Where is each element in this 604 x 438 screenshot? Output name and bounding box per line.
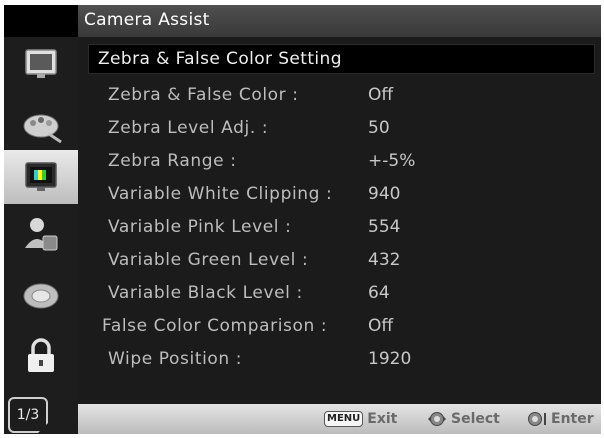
settings-panel: Zebra & False Color Setting Zebra & Fals… [78, 37, 601, 404]
sidebar-item-camera-assist[interactable] [4, 150, 78, 204]
setting-label: False Color Comparison : [102, 316, 328, 336]
camera-assist-monitor-icon [25, 162, 57, 191]
setting-value: 940 [368, 184, 401, 204]
menu-title: Camera Assist [84, 10, 210, 30]
color-wheel-icon [23, 283, 59, 309]
setting-value: 64 [368, 283, 390, 303]
rotary-knob-icon [428, 412, 446, 426]
setting-value: 554 [368, 217, 401, 237]
section-header: Zebra & False Color Setting [88, 44, 595, 74]
osd-menu-frame: Camera Assist 1/3 Zebra & False Color Se… [4, 5, 601, 434]
title-bar: Camera Assist [78, 5, 601, 37]
sidebar-item-wheel[interactable] [4, 269, 78, 323]
enter-label: Enter [551, 411, 594, 427]
lock-icon [28, 338, 54, 372]
help-exit: MENU Exit [324, 411, 397, 427]
setting-row-green-level[interactable]: Variable Green Level : 432 [78, 246, 601, 276]
menu-key-icon: MENU [324, 411, 364, 427]
setting-row-white-clipping[interactable]: Variable White Clipping : 940 [78, 180, 601, 210]
help-select: Select [427, 411, 500, 427]
setting-value: 432 [368, 250, 401, 270]
sidebar-item-user[interactable] [4, 207, 78, 261]
setting-label: Wipe Position : [108, 349, 243, 369]
setting-row-pink-level[interactable]: Variable Pink Level : 554 [78, 213, 601, 243]
setting-row-zebra-false-color[interactable]: Zebra & False Color : Off [78, 81, 601, 111]
select-label: Select [451, 411, 500, 427]
sidebar-item-lock[interactable] [4, 329, 78, 383]
setting-label: Zebra & False Color : [108, 85, 299, 105]
setting-row-wipe-position[interactable]: Wipe Position : 1920 [78, 345, 601, 375]
setting-row-black-level[interactable]: Variable Black Level : 64 [78, 279, 601, 309]
setting-value: 50 [368, 118, 390, 138]
setting-label: Zebra Range : [108, 151, 237, 171]
user-settings-icon [25, 218, 58, 251]
sidebar-item-color[interactable] [4, 99, 78, 153]
page-indicator[interactable]: 1/3 [8, 397, 48, 433]
setting-label: Zebra Level Adj. : [108, 118, 269, 138]
push-knob-icon [528, 412, 546, 426]
setting-value: 1920 [368, 349, 412, 369]
help-enter: Enter [527, 411, 594, 427]
setting-value: Off [368, 316, 394, 336]
exit-label: Exit [367, 411, 398, 427]
setting-label: Variable White Clipping : [108, 184, 333, 204]
section-title: Zebra & False Color Setting [98, 49, 342, 69]
setting-row-false-color-comparison[interactable]: False Color Comparison : Off [78, 312, 601, 342]
setting-value: Off [368, 85, 394, 105]
setting-label: Variable Black Level : [108, 283, 303, 303]
setting-value: +-5% [368, 151, 416, 171]
setting-label: Variable Green Level : [108, 250, 309, 270]
page-indicator-label: 1/3 [16, 407, 40, 423]
sidebar: 1/3 [4, 37, 78, 434]
monitor-icon [25, 49, 57, 78]
help-bar: MENU Exit Select Enter [78, 404, 601, 434]
setting-label: Variable Pink Level : [108, 217, 292, 237]
color-palette-icon [23, 114, 62, 144]
sidebar-item-display[interactable] [4, 37, 78, 91]
setting-row-zebra-level[interactable]: Zebra Level Adj. : 50 [78, 114, 601, 144]
setting-row-zebra-range[interactable]: Zebra Range : +-5% [78, 147, 601, 177]
